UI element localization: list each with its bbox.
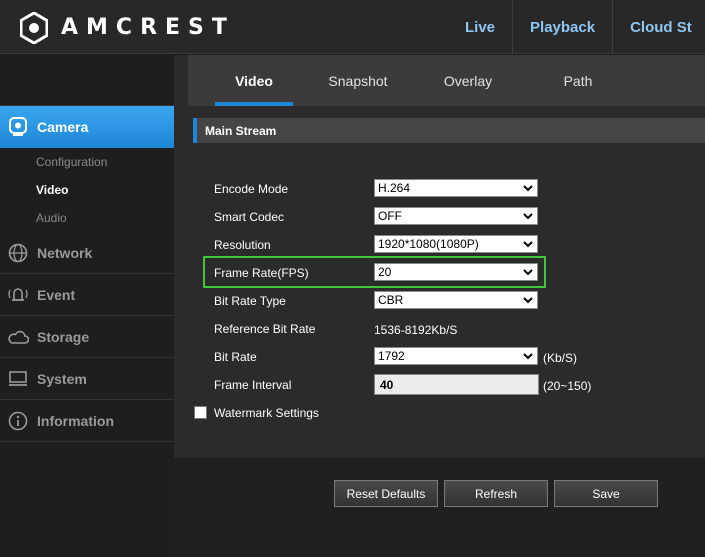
tab-snapshot[interactable]: Snapshot	[313, 55, 403, 106]
encode-mode-select[interactable]: H.264	[374, 179, 538, 197]
top-bar: AMCREST Live Playback Cloud St	[0, 0, 705, 54]
chevron-down-icon	[523, 241, 533, 248]
watermark-checkbox[interactable]	[194, 406, 207, 419]
encode-mode-label: Encode Mode	[214, 182, 289, 196]
sidebar-item-event[interactable]: Event	[0, 274, 174, 316]
storage-icon	[7, 326, 29, 348]
sidebar: Camera Configuration Video Audio Network…	[0, 55, 182, 557]
top-nav-playback[interactable]: Playback	[512, 0, 612, 54]
frame-interval-input[interactable]: 40	[374, 374, 539, 395]
top-nav: Live Playback Cloud St	[448, 0, 705, 54]
smart-codec-label: Smart Codec	[214, 210, 285, 224]
chevron-down-icon	[523, 353, 533, 360]
sidebar-item-label: Event	[37, 286, 76, 303]
section-title: Main Stream	[193, 118, 705, 143]
chevron-down-icon	[523, 213, 533, 220]
smart-codec-select[interactable]: OFF	[374, 207, 538, 225]
bit-rate-type-label: Bit Rate Type	[214, 294, 286, 308]
sidebar-item-camera[interactable]: Camera	[0, 106, 182, 148]
tab-overlay[interactable]: Overlay	[423, 55, 513, 106]
bit-rate-unit: (Kb/S)	[543, 351, 578, 365]
sidebar-sub-configuration[interactable]: Configuration	[36, 155, 107, 169]
save-button[interactable]: Save	[554, 480, 658, 507]
brand-name: AMCREST	[61, 15, 235, 40]
resolution-label: Resolution	[214, 238, 271, 252]
sidebar-sub-audio[interactable]: Audio	[36, 211, 67, 225]
chevron-down-icon	[523, 297, 533, 304]
sidebar-item-label: Storage	[37, 328, 90, 345]
sidebar-item-storage[interactable]: Storage	[0, 316, 174, 358]
frame-interval-label: Frame Interval	[214, 378, 292, 392]
information-icon	[7, 410, 29, 432]
chevron-down-icon	[523, 185, 533, 192]
encode-mode-value: H.264	[378, 181, 411, 195]
sidebar-item-label: Network	[37, 244, 93, 261]
sidebar-sub-video[interactable]: Video	[36, 183, 68, 197]
network-icon	[7, 242, 29, 264]
reset-defaults-button[interactable]: Reset Defaults	[334, 480, 438, 507]
frame-interval-range: (20~150)	[543, 379, 592, 393]
tab-path[interactable]: Path	[533, 55, 623, 106]
bit-rate-label: Bit Rate	[214, 350, 257, 364]
reference-bit-rate-label: Reference Bit Rate	[214, 322, 316, 336]
sidebar-item-system[interactable]: System	[0, 358, 174, 400]
event-icon	[7, 284, 29, 306]
sidebar-header	[0, 55, 174, 106]
frame-rate-label: Frame Rate(FPS)	[214, 266, 309, 280]
frame-rate-select[interactable]: 20	[374, 263, 538, 281]
main-panel: Video Snapshot Overlay Path Main Stream …	[174, 55, 705, 557]
footer-bar	[174, 458, 705, 557]
chevron-down-icon	[523, 269, 533, 276]
refresh-button[interactable]: Refresh	[444, 480, 548, 507]
bit-rate-type-select[interactable]: CBR	[374, 291, 538, 309]
watermark-label: Watermark Settings	[214, 406, 319, 420]
reference-bit-rate-value: 1536-8192Kb/S	[374, 323, 458, 337]
tab-bar: Video Snapshot Overlay Path	[188, 55, 705, 106]
amcrest-logo-icon	[20, 12, 48, 44]
sidebar-item-label: Information	[37, 412, 114, 429]
top-nav-live[interactable]: Live	[448, 0, 512, 54]
bit-rate-type-value: CBR	[378, 293, 404, 307]
sidebar-item-network[interactable]: Network	[0, 232, 174, 274]
bit-rate-select[interactable]: 1792	[374, 347, 538, 365]
frame-rate-value: 20	[378, 265, 392, 279]
sidebar-item-label: Camera	[37, 119, 89, 135]
camera-icon	[7, 116, 29, 138]
system-icon	[7, 368, 29, 390]
tab-video[interactable]: Video	[215, 55, 293, 106]
resolution-select[interactable]: 1920*1080(1080P)	[374, 235, 538, 253]
sidebar-item-label: System	[37, 370, 87, 387]
smart-codec-value: OFF	[378, 209, 402, 223]
sidebar-item-information[interactable]: Information	[0, 400, 174, 442]
bit-rate-value: 1792	[378, 349, 405, 363]
top-nav-cloud-storage[interactable]: Cloud St	[612, 0, 705, 54]
resolution-value: 1920*1080(1080P)	[378, 237, 479, 251]
